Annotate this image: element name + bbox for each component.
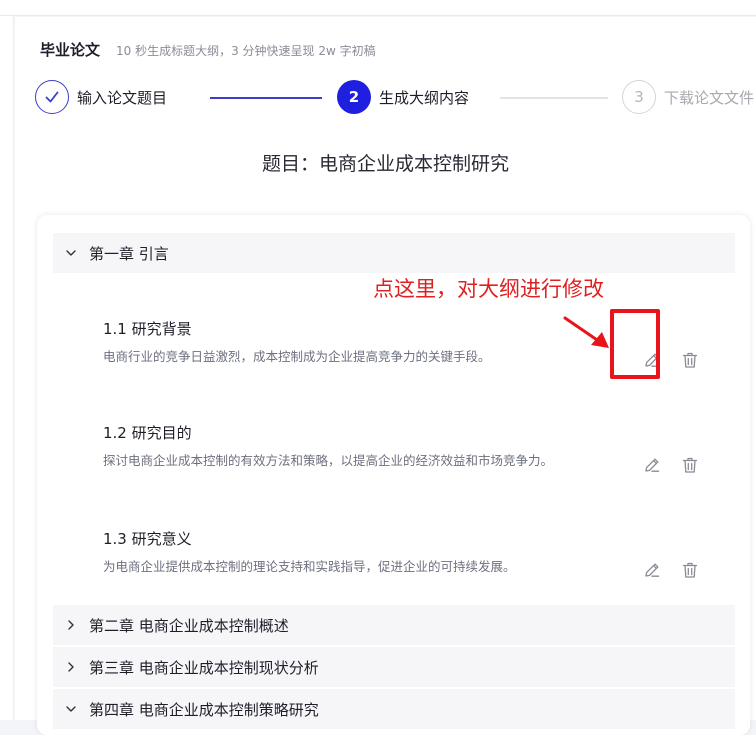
trash-icon[interactable] — [679, 349, 701, 371]
check-icon — [35, 80, 69, 114]
chapter-title: 第三章 电商企业成本控制现状分析 — [89, 658, 319, 677]
chapter-header[interactable]: 第三章 电商企业成本控制现状分析 — [53, 647, 735, 687]
outline-section: 1.3 研究意义 为电商企业提供成本控制的理论支持和实践指导，促进企业的可持续发… — [103, 528, 613, 577]
page-header: 毕业论文 10 秒生成标题大纲，3 分钟快速呈现 2w 字初稿 — [40, 39, 376, 60]
section-title: 1.3 研究意义 — [103, 530, 192, 548]
step-label: 生成大纲内容 — [379, 88, 470, 107]
section-title: 1.2 研究目的 — [103, 424, 192, 442]
step-input-topic[interactable]: 输入论文题目 — [35, 80, 167, 114]
chevron-right-icon — [53, 661, 89, 673]
thesis-topic: 题目：电商企业成本控制研究 — [261, 153, 509, 175]
section-description: 电商行业的竞争日益激烈，成本控制成为企业提高竞争力的关键手段。 — [103, 349, 491, 364]
chevron-right-icon — [53, 619, 89, 631]
left-sidebar-strip — [0, 16, 14, 720]
annotation-label: 点这里，对大纲进行修改 — [373, 277, 604, 301]
section-description: 探讨电商企业成本控制的有效方法和策略，以提高企业的经济效益和市场竞争力。 — [103, 453, 554, 468]
step-generate-outline[interactable]: 2 生成大纲内容 — [337, 80, 469, 114]
chapter-header[interactable]: 第一章 引言 — [53, 233, 735, 273]
trash-icon[interactable] — [679, 559, 701, 581]
trash-icon[interactable] — [679, 454, 701, 476]
step-label: 输入论文题目 — [77, 88, 168, 107]
step-number: 2 — [337, 80, 371, 114]
chapter-title: 第二章 电商企业成本控制概述 — [89, 616, 289, 635]
page-title: 毕业论文 — [40, 41, 101, 59]
edit-icon[interactable] — [641, 559, 663, 581]
edit-icon[interactable] — [641, 454, 663, 476]
annotation-arrow-icon — [563, 316, 609, 348]
step-connector — [210, 97, 322, 99]
chevron-down-icon — [53, 703, 89, 715]
chapter-title: 第四章 电商企业成本控制策略研究 — [89, 700, 319, 719]
top-bar — [0, 0, 756, 16]
chapter-title: 第一章 引言 — [89, 244, 169, 263]
step-number: 3 — [622, 80, 656, 114]
progress-steps: 输入论文题目 2 生成大纲内容 3 下载论文文件 — [35, 80, 756, 114]
chapter-header[interactable]: 第二章 电商企业成本控制概述 — [53, 605, 735, 645]
chapter-header[interactable]: 第四章 电商企业成本控制策略研究 — [53, 689, 735, 729]
page-subtitle: 10 秒生成标题大纲，3 分钟快速呈现 2w 字初稿 — [116, 44, 376, 58]
outline-section: 1.2 研究目的 探讨电商企业成本控制的有效方法和策略，以提高企业的经济效益和市… — [103, 422, 613, 471]
step-download-file[interactable]: 3 下载论文文件 — [622, 80, 754, 114]
chevron-down-icon — [53, 247, 89, 259]
outline-section: 1.1 研究背景 电商行业的竞争日益激烈，成本控制成为企业提高竞争力的关键手段。 — [103, 318, 613, 367]
section-description: 为电商企业提供成本控制的理论支持和实践指导，促进企业的可持续发展。 — [103, 559, 516, 574]
step-label: 下载论文文件 — [664, 88, 755, 107]
annotation-highlight-box — [610, 309, 660, 379]
step-connector — [500, 97, 608, 99]
section-title: 1.1 研究背景 — [103, 320, 192, 338]
